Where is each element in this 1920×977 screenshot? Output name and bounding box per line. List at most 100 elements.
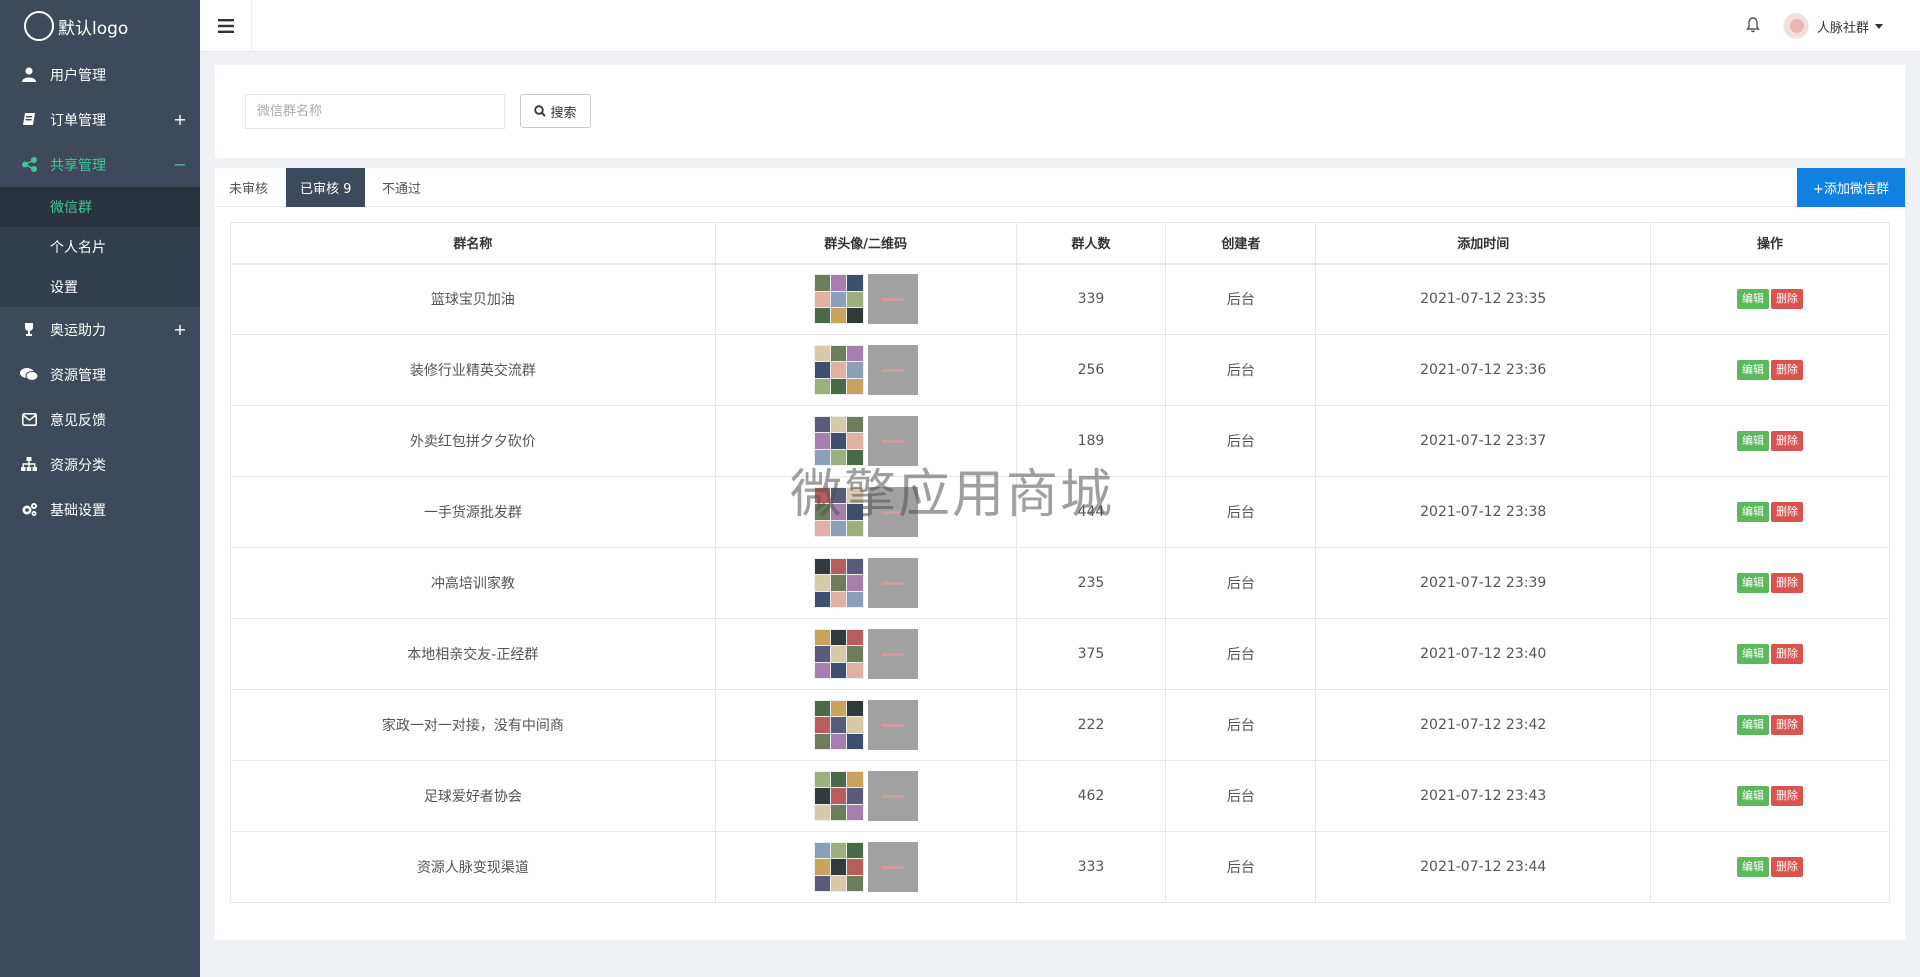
qr-code-image[interactable] [867,629,918,679]
user-menu[interactable]: 人脉社群 [1783,11,1884,41]
qr-code-image[interactable] [867,345,918,395]
member-count-cell: 339 [1015,263,1167,335]
tab-pending[interactable]: 未审核 [215,168,282,207]
sidebar-item-users[interactable]: 用户管理 [0,52,200,97]
delete-button[interactable]: 删除 [1771,431,1804,451]
gears-icon [20,501,38,519]
qr-code-image[interactable] [867,274,918,325]
sidebar-item-label: 资源管理 [50,367,106,384]
table-row: 装修行业精英交流群 256 后台 2021-07-12 23:36 编辑 删除 [230,334,1890,406]
edit-button[interactable]: 编辑 [1737,360,1770,380]
logo[interactable]: 默认logo [0,0,200,52]
table-row: 篮球宝贝加油 339 后台 2021-07-12 23:35 编辑 删除 [230,263,1890,335]
sidebar-item-label: 用户管理 [50,67,106,84]
group-name-cell: 本地相亲交友-正经群 [230,618,716,690]
sidebar-item-feedback[interactable]: 意见反馈 [0,397,200,442]
delete-button[interactable]: 删除 [1771,715,1804,735]
add-wechat-group-button[interactable]: +添加微信群 [1797,168,1905,207]
tab-approved[interactable]: 已审核 9 [286,168,366,207]
delete-button[interactable]: 删除 [1771,289,1804,310]
added-time-cell: 2021-07-12 23:39 [1315,547,1652,619]
qr-code-image[interactable] [867,416,918,466]
added-time-cell: 2021-07-12 23:44 [1315,831,1652,903]
avatar [1783,13,1809,39]
sidebar-item-share[interactable]: 共享管理 − [0,142,200,187]
edit-button[interactable]: 编辑 [1737,431,1770,451]
search-button[interactable]: 搜索 [520,94,591,128]
group-images-cell [714,760,1017,832]
trophy-icon [20,321,38,339]
group-avatar-image[interactable] [813,345,864,395]
book-icon [20,111,38,129]
delete-button[interactable]: 删除 [1771,786,1804,806]
creator-cell: 后台 [1165,405,1317,477]
added-time-cell: 2021-07-12 23:42 [1315,689,1652,761]
sidebar-item-label: 资源分类 [50,457,106,474]
table-row: 一手货源批发群 444 后台 2021-07-12 23:38 编辑 删除 [230,476,1890,548]
actions-cell: 编辑 删除 [1650,689,1890,761]
group-avatar-image[interactable] [813,416,864,466]
creator-cell: 后台 [1165,547,1317,619]
qr-code-image[interactable] [867,700,918,750]
sidebar-item-olympics[interactable]: 奥运助力 + [0,307,200,352]
group-name-search-input[interactable] [245,94,505,129]
search-icon [534,105,547,117]
collapse-toggle[interactable]: − [172,155,188,174]
group-avatar-image[interactable] [813,487,864,537]
group-avatar-image[interactable] [813,274,864,325]
qr-code-image[interactable] [867,842,918,892]
user-icon [20,66,38,84]
column-header: 群头像/二维码 [714,222,1017,265]
sidebar-item-resources[interactable]: 资源管理 [0,352,200,397]
edit-button[interactable]: 编辑 [1737,502,1770,522]
delete-button[interactable]: 删除 [1771,360,1804,380]
table-row: 家政一对一对接，没有中间商 222 后台 2021-07-12 23:42 编辑 删除 [230,689,1890,761]
edit-button[interactable]: 编辑 [1737,289,1770,310]
delete-button[interactable]: 删除 [1771,644,1804,664]
group-avatar-image[interactable] [813,771,864,821]
edit-button[interactable]: 编辑 [1737,857,1770,877]
edit-button[interactable]: 编辑 [1737,786,1770,806]
qr-code-image[interactable] [867,558,918,608]
group-avatar-image[interactable] [813,629,864,679]
sidebar-item-label: 奥运助力 [50,322,106,339]
delete-button[interactable]: 删除 [1771,857,1804,877]
added-time-cell: 2021-07-12 23:43 [1315,760,1652,832]
group-avatar-image[interactable] [813,558,864,608]
added-time-cell: 2021-07-12 23:36 [1315,334,1652,406]
sidebar-subitem-settings[interactable]: 设置 [0,267,200,307]
table-row: 资源人脉变现渠道 333 后台 2021-07-12 23:44 编辑 删除 [230,831,1890,903]
edit-button[interactable]: 编辑 [1737,573,1770,593]
qr-code-image[interactable] [867,771,918,821]
group-avatar-image[interactable] [813,700,864,750]
chat-icon [20,366,38,384]
sidebar-item-orders[interactable]: 订单管理 + [0,97,200,142]
group-images-cell [714,405,1017,477]
creator-cell: 后台 [1165,334,1317,406]
delete-button[interactable]: 删除 [1771,573,1804,593]
sidebar-subitem-wechat-groups[interactable]: 微信群 [0,187,200,227]
group-avatar-image[interactable] [813,842,864,892]
edit-button[interactable]: 编辑 [1737,715,1770,735]
sidebar-item-basic-settings[interactable]: 基础设置 [0,487,200,532]
group-name-cell: 冲高培训家教 [230,547,716,619]
expand-toggle[interactable]: + [172,110,188,129]
qr-code-image[interactable] [867,487,918,537]
sidebar-item-label: 意见反馈 [50,412,106,429]
bell-icon[interactable] [1743,15,1763,35]
added-time-cell: 2021-07-12 23:38 [1315,476,1652,548]
group-images-cell [714,618,1017,690]
member-count-cell: 222 [1015,689,1167,761]
caret-down-icon [1875,23,1884,29]
group-images-cell [714,334,1017,406]
sidebar-subitem-business-cards[interactable]: 个人名片 [0,227,200,267]
expand-toggle[interactable]: + [172,320,188,339]
actions-cell: 编辑 删除 [1650,263,1890,335]
tab-rejected[interactable]: 不通过 [368,168,435,207]
sidebar-item-categories[interactable]: 资源分类 [0,442,200,487]
delete-button[interactable]: 删除 [1771,502,1804,522]
edit-button[interactable]: 编辑 [1737,644,1770,664]
group-name-cell: 足球爱好者协会 [230,760,716,832]
hamburger-menu-icon[interactable] [200,0,252,51]
creator-cell: 后台 [1165,476,1317,548]
